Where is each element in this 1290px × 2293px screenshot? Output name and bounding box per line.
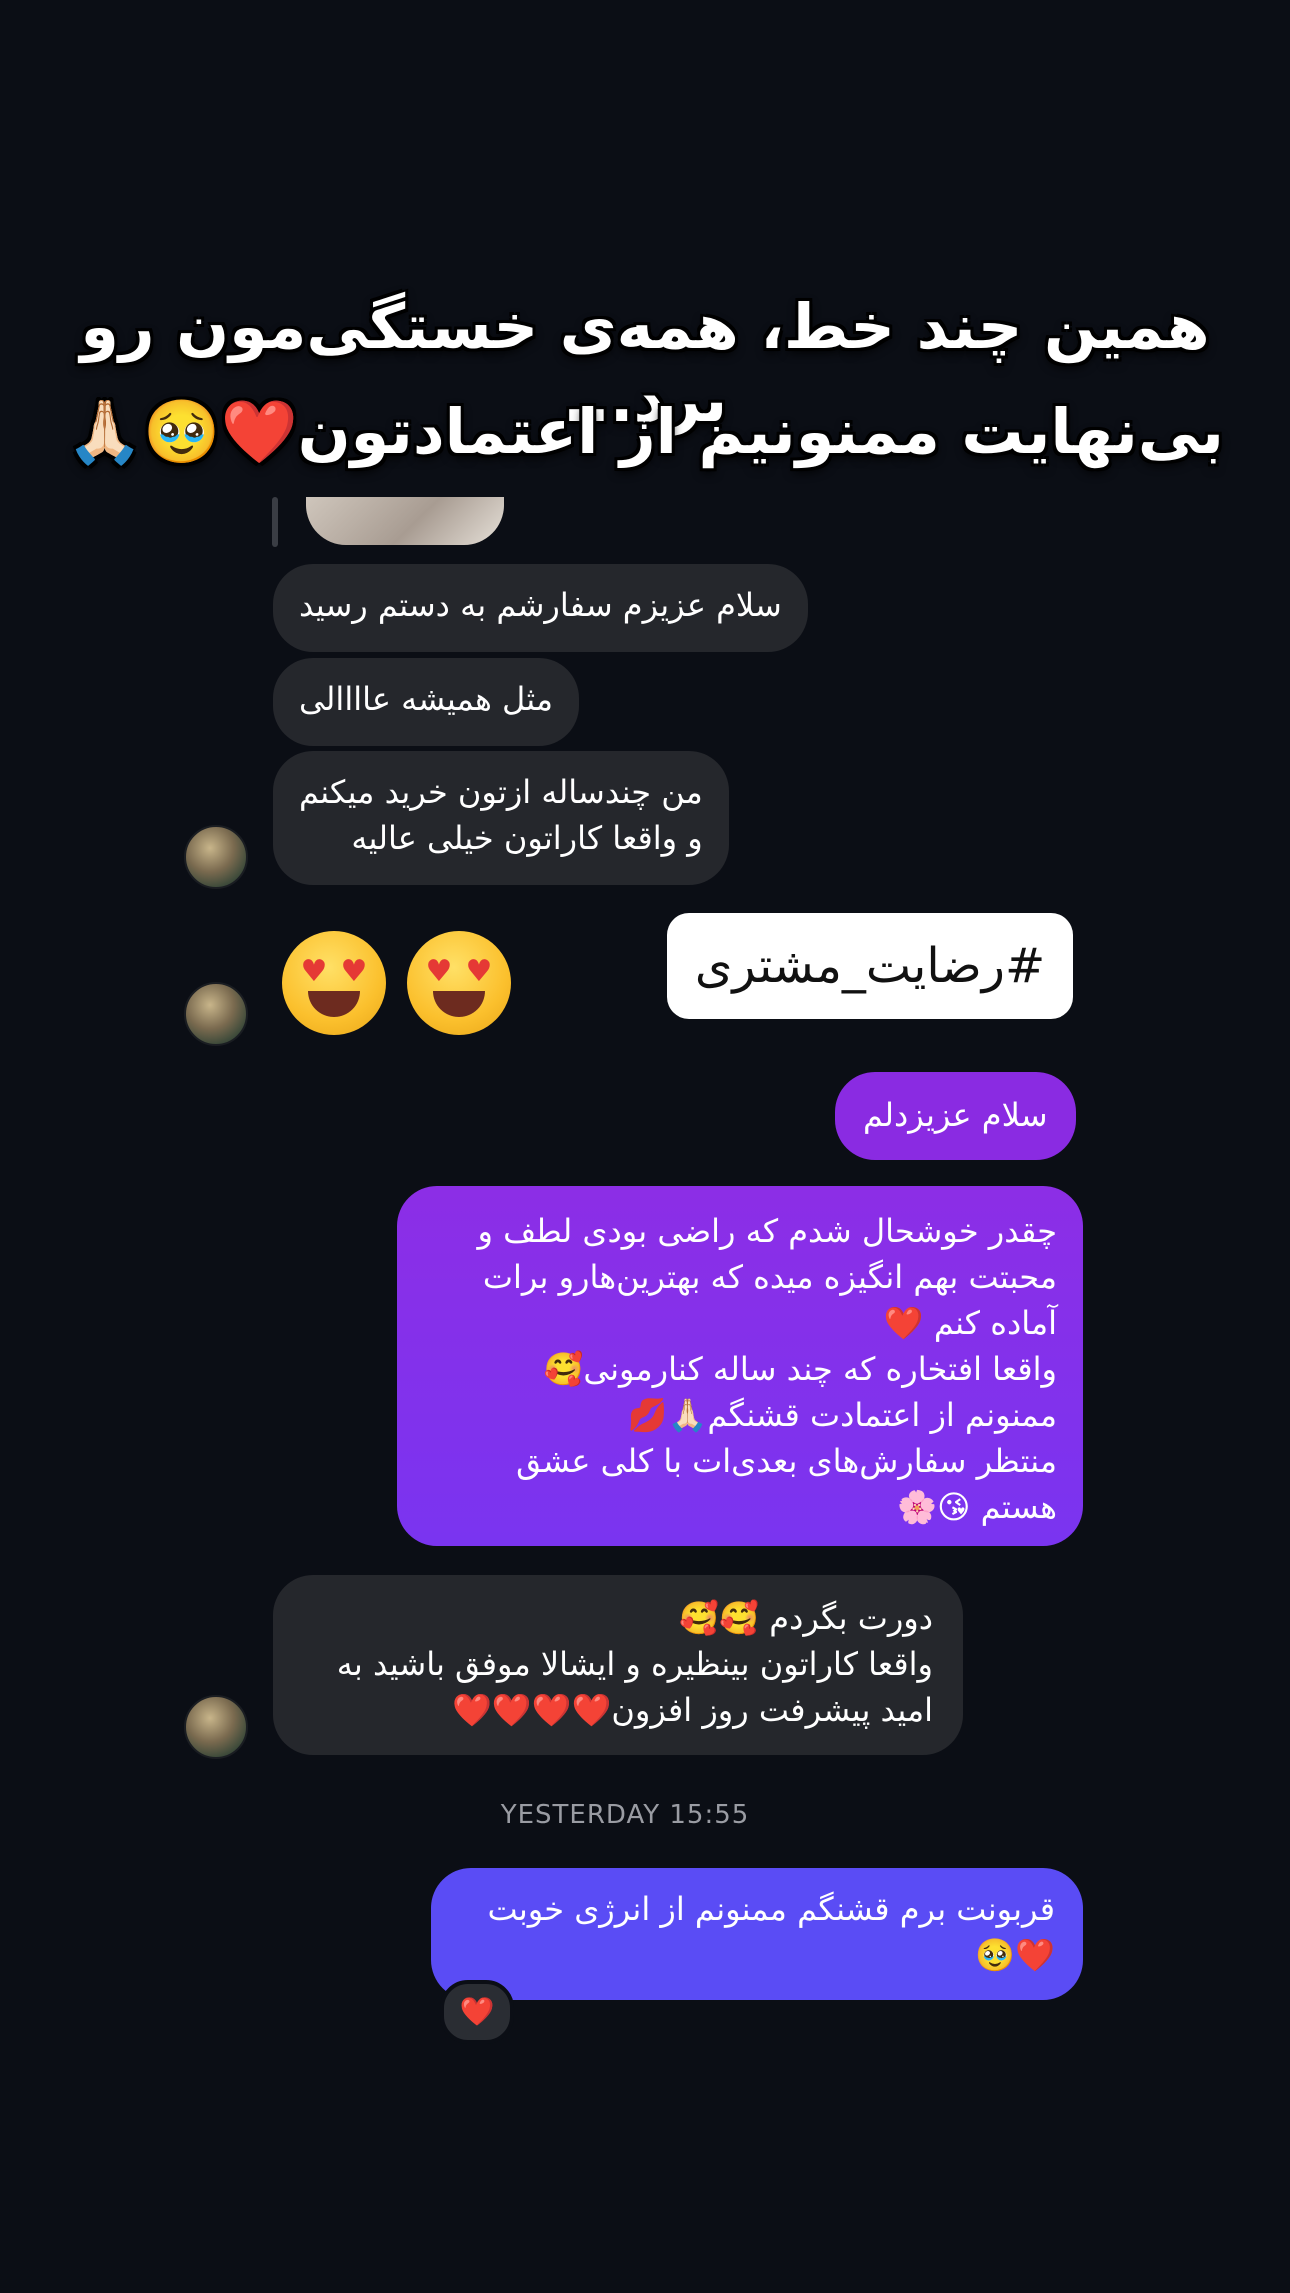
hashtag-sticker: #رضایت_مشتری: [667, 913, 1073, 1019]
heart-reaction[interactable]: ❤️: [440, 1980, 514, 2044]
incoming-message[interactable]: مثل همیشه عاااالی: [273, 658, 580, 746]
avatar[interactable]: [184, 982, 248, 1046]
heart-eyes-emoji: ♥ ♥: [282, 931, 386, 1035]
caption-line-2: بی‌نهایت ممنونیم از اعتمادتون❤️🥹🙏🏻: [66, 395, 1224, 468]
outgoing-message[interactable]: سلام عزیزدلم: [835, 1072, 1076, 1160]
avatar[interactable]: [184, 1695, 248, 1759]
timestamp: YESTERDAY 15:55: [500, 1800, 750, 1830]
reply-quote-bar: [272, 497, 278, 547]
incoming-message[interactable]: من چندساله ازتون خرید میکنم و واقعا کارا…: [273, 751, 729, 885]
incoming-message[interactable]: سلام عزیزم سفارشم به دستم رسید: [273, 564, 808, 652]
outgoing-message[interactable]: قربونت برم قشنگم ممنونم از انرژی خوبت ❤️…: [431, 1868, 1083, 2000]
shared-image-thumbnail[interactable]: [306, 497, 504, 545]
outgoing-message[interactable]: چقدر خوشحال شدم که راضی بودی لطف و محبتت…: [397, 1186, 1083, 1546]
incoming-message[interactable]: دورت بگردم 🥰🥰 واقعا کاراتون بینظیره و ای…: [273, 1575, 963, 1755]
avatar[interactable]: [184, 825, 248, 889]
heart-eyes-emoji: ♥ ♥: [407, 931, 511, 1035]
